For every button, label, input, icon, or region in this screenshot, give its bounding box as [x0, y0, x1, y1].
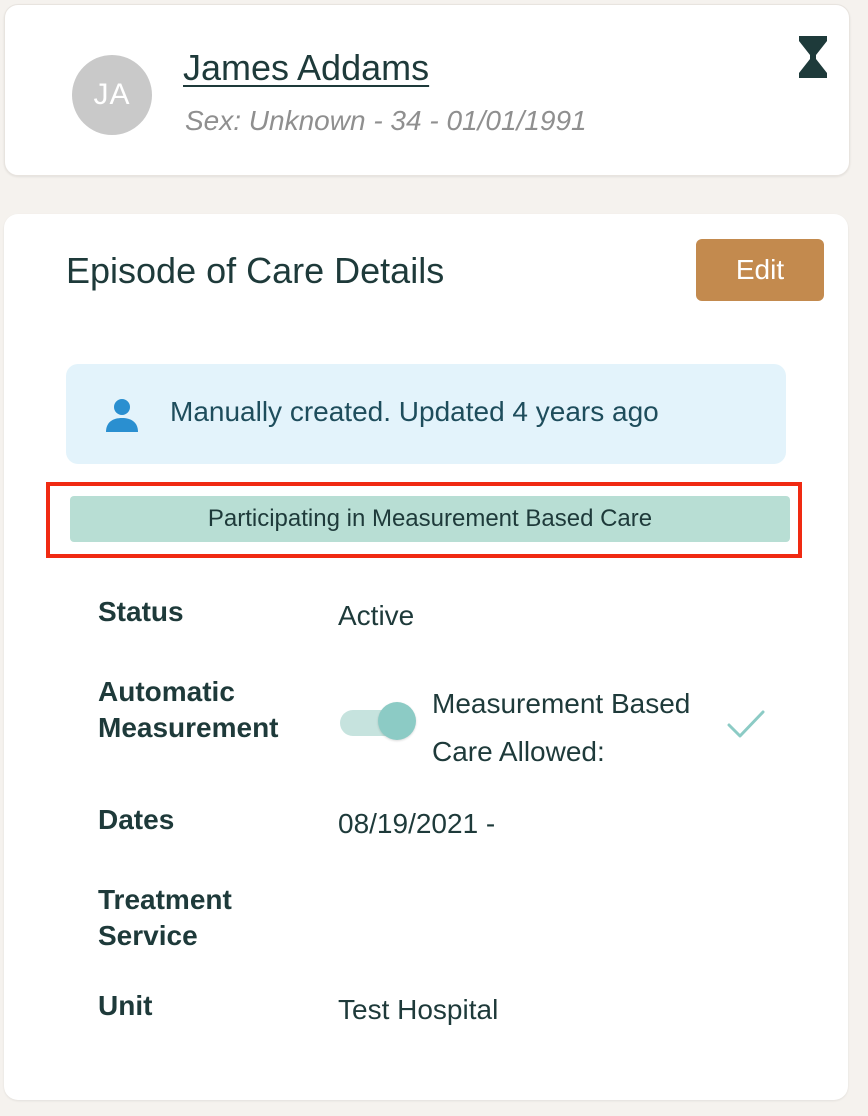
avatar: JA	[72, 55, 152, 135]
participation-banner: Participating in Measurement Based Care	[70, 496, 790, 542]
status-label: Status	[98, 596, 184, 627]
patient-header-card: JA James Addams Sex: Unknown - 34 - 01/0…	[4, 4, 850, 176]
patient-name-link[interactable]: James Addams	[183, 47, 429, 89]
user-icon	[106, 399, 138, 432]
treatment-service-label: Treatment Service	[98, 884, 232, 951]
highlight-box: Participating in Measurement Based Care	[46, 482, 802, 558]
checkmark-icon	[727, 710, 765, 738]
automatic-measurement-toggle[interactable]	[340, 702, 416, 746]
automatic-measurement-label: Automatic Measurement	[98, 676, 279, 743]
unit-value: Test Hospital	[338, 994, 499, 1025]
dates-label: Dates	[98, 804, 175, 835]
status-value: Active	[338, 600, 415, 631]
toggle-knob	[378, 702, 416, 740]
info-text: Manually created. Updated 4 years ago	[170, 396, 659, 427]
episode-title: Episode of Care Details	[66, 250, 445, 291]
hourglass-icon[interactable]	[798, 35, 828, 79]
info-banner: Manually created. Updated 4 years ago	[66, 364, 786, 464]
dates-value: 08/19/2021 -	[338, 808, 496, 839]
unit-label: Unit	[98, 990, 153, 1021]
mbc-allowed-label: Measurement Based Care Allowed:	[432, 688, 691, 767]
edit-button[interactable]: Edit	[696, 239, 824, 301]
episode-of-care-card: Episode of Care Details Edit Manually cr…	[4, 214, 848, 1100]
patient-demographics: Sex: Unknown - 34 - 01/01/1991	[185, 105, 587, 136]
